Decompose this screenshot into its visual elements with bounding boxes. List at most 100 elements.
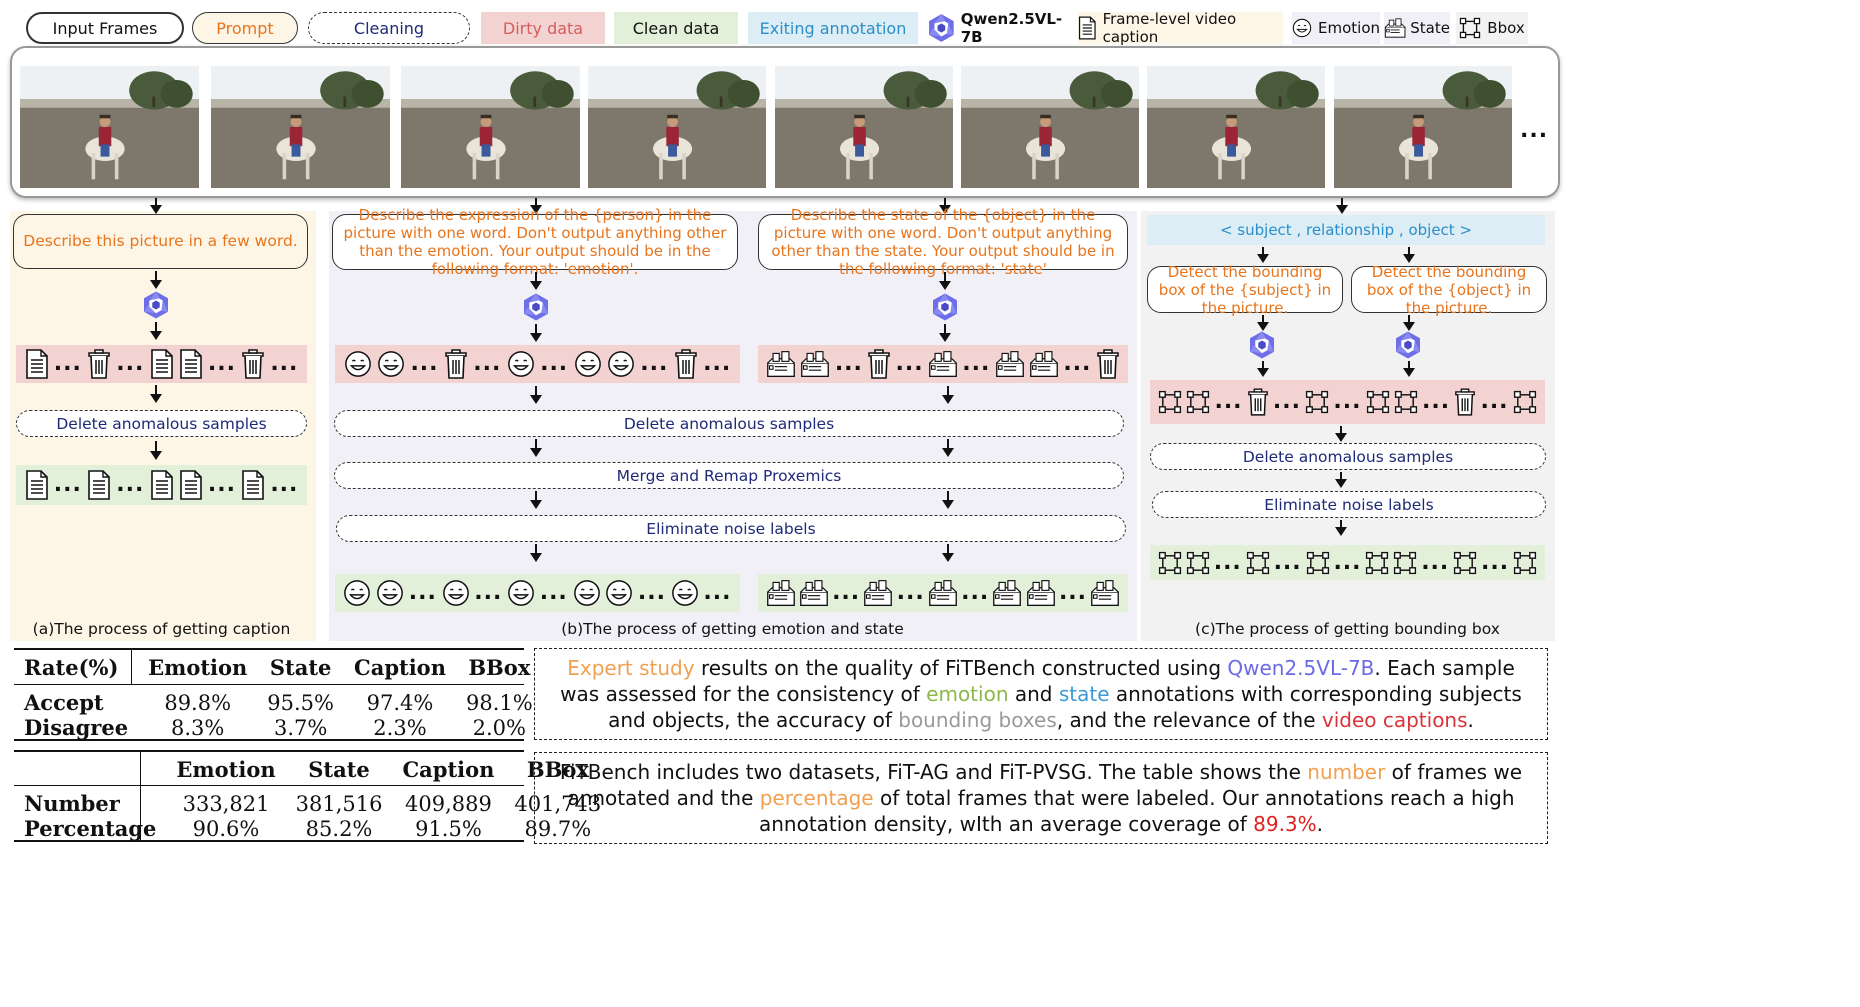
step-label: Delete anomalous samples xyxy=(1242,447,1454,466)
legend-model: Qwen2.5VL-7B xyxy=(926,10,1066,46)
ellipsis: ... xyxy=(408,580,437,605)
table1-cell: 2.3% xyxy=(373,715,427,740)
bbox-icon xyxy=(1393,551,1417,575)
table1-header: Emotion xyxy=(148,654,248,680)
note-highlight: number xyxy=(1307,760,1386,784)
video-frame-3 xyxy=(401,66,580,188)
state-icon xyxy=(995,350,1025,378)
ellipsis: ... xyxy=(896,580,925,605)
arrow xyxy=(1336,198,1348,214)
ellipsis: ... xyxy=(1214,389,1243,414)
smile-icon xyxy=(376,579,404,607)
ellipsis: ... xyxy=(1481,549,1510,575)
table1-row-label: Disagree xyxy=(24,715,129,740)
arrow xyxy=(530,272,542,290)
legend-cleaning: Cleaning xyxy=(308,12,470,44)
legend-prompt: Prompt xyxy=(192,12,298,44)
trash-icon xyxy=(1247,388,1269,416)
object-prompt-text: Detect the bounding box of the {object} … xyxy=(1366,262,1532,317)
table1-top-rule xyxy=(14,648,524,650)
note-highlight: 89.3% xyxy=(1253,812,1317,836)
ellipsis: ... xyxy=(1213,549,1242,575)
smile-icon xyxy=(344,350,372,378)
smile-icon xyxy=(607,350,635,378)
eliminate-noise-step: Eliminate noise labels xyxy=(1152,491,1546,518)
bbox-icon xyxy=(1158,390,1182,414)
legend-existing-label: Exiting annotation xyxy=(759,18,907,38)
note-text: results on the quality of FiTBench const… xyxy=(694,656,1228,680)
legend-dirty-label: Dirty data xyxy=(502,18,584,38)
merge-remap-step: Merge and Remap Proxemics xyxy=(334,462,1124,489)
bbox-icon xyxy=(1306,551,1330,575)
object-bbox-prompt: Detect the bounding box of the {object} … xyxy=(1351,263,1547,317)
video-frame-2 xyxy=(211,66,390,188)
arrow xyxy=(942,491,954,509)
eliminate-noise-step: Eliminate noise labels xyxy=(336,515,1126,542)
ellipsis: ... xyxy=(410,351,439,376)
step-label: Merge and Remap Proxemics xyxy=(616,466,842,485)
ellipsis: ... xyxy=(270,472,299,497)
note-text: FiTBench includes two datasets, FiT-AG a… xyxy=(559,760,1308,784)
ellipsis: ... xyxy=(116,472,145,497)
dataset-coverage-text: FiTBench includes two datasets, FiT-AG a… xyxy=(553,759,1529,837)
step-label: Eliminate noise labels xyxy=(1264,495,1434,514)
annotation-count-table: Emotion State Caption BBox Number 333,82… xyxy=(14,755,611,842)
state-icon xyxy=(1384,16,1406,40)
step-label: Delete anomalous samples xyxy=(623,414,835,433)
table1-cell: 8.3% xyxy=(171,715,225,740)
state-prompt-text: Describe the state of the {object} in th… xyxy=(771,206,1115,278)
arrow xyxy=(1403,247,1415,263)
ellipsis: ... xyxy=(1421,549,1450,575)
arrow xyxy=(1257,247,1269,263)
arrow xyxy=(530,386,542,404)
legend-clean-data: Clean data xyxy=(614,12,738,44)
state-icon xyxy=(766,350,796,378)
state-icon xyxy=(863,579,893,607)
trash-icon xyxy=(1096,349,1120,379)
ellipsis: ... xyxy=(1063,351,1092,376)
panel-a-caption: (a)The process of getting caption xyxy=(32,620,291,638)
table1-cell: 2.0% xyxy=(472,715,526,740)
bbox-icon xyxy=(1246,551,1270,575)
trash-icon xyxy=(674,349,698,379)
qwen-icon xyxy=(1393,330,1423,360)
ellipsis: ... xyxy=(1480,389,1509,414)
note-highlight: video captions xyxy=(1321,708,1468,732)
arrow xyxy=(939,324,951,342)
bbox-icon xyxy=(1513,390,1537,414)
table1-cell: 89.8% xyxy=(164,690,232,715)
arrow xyxy=(530,439,542,457)
ellipsis: ... xyxy=(1422,389,1451,414)
dirty-caption-band: ... ... ... ... xyxy=(16,345,307,383)
table1-header: Caption xyxy=(354,654,446,680)
emotion-prompt-text: Describe the expression of the {person} … xyxy=(343,206,727,278)
ellipsis: ... xyxy=(1272,389,1301,414)
arrow xyxy=(1403,361,1415,377)
state-prompt-box: Describe the state of the {object} in th… xyxy=(758,206,1128,278)
trash-icon xyxy=(241,349,265,379)
note-highlight: bounding boxes xyxy=(898,708,1057,732)
ellipsis: ... xyxy=(116,351,145,376)
table2-cell: 91.5% xyxy=(415,816,482,841)
ellipsis: ... xyxy=(703,351,732,376)
arrow xyxy=(939,272,951,290)
legend-input-frames: Input Frames xyxy=(26,12,184,44)
smile-icon xyxy=(1292,16,1312,40)
video-frame-7 xyxy=(1147,66,1325,188)
document-icon xyxy=(25,470,49,500)
ellipsis: ... xyxy=(270,351,299,376)
state-icon xyxy=(1026,579,1056,607)
ellipsis: ... xyxy=(961,580,990,605)
arrow xyxy=(942,386,954,404)
document-icon xyxy=(241,470,265,500)
ellipsis: ... xyxy=(1333,549,1362,575)
table1-cell: 98.1% xyxy=(465,690,533,715)
legend-emotion: Emotion xyxy=(1292,12,1380,44)
table2-cell: 409,889 xyxy=(405,791,492,816)
ellipsis: ... xyxy=(1333,389,1362,414)
legend-caption: Frame-level video caption xyxy=(1078,10,1283,46)
table1-header: BBox xyxy=(468,654,531,680)
ellipsis: ... xyxy=(962,351,991,376)
state-icon xyxy=(799,579,829,607)
trash-icon xyxy=(867,349,891,379)
